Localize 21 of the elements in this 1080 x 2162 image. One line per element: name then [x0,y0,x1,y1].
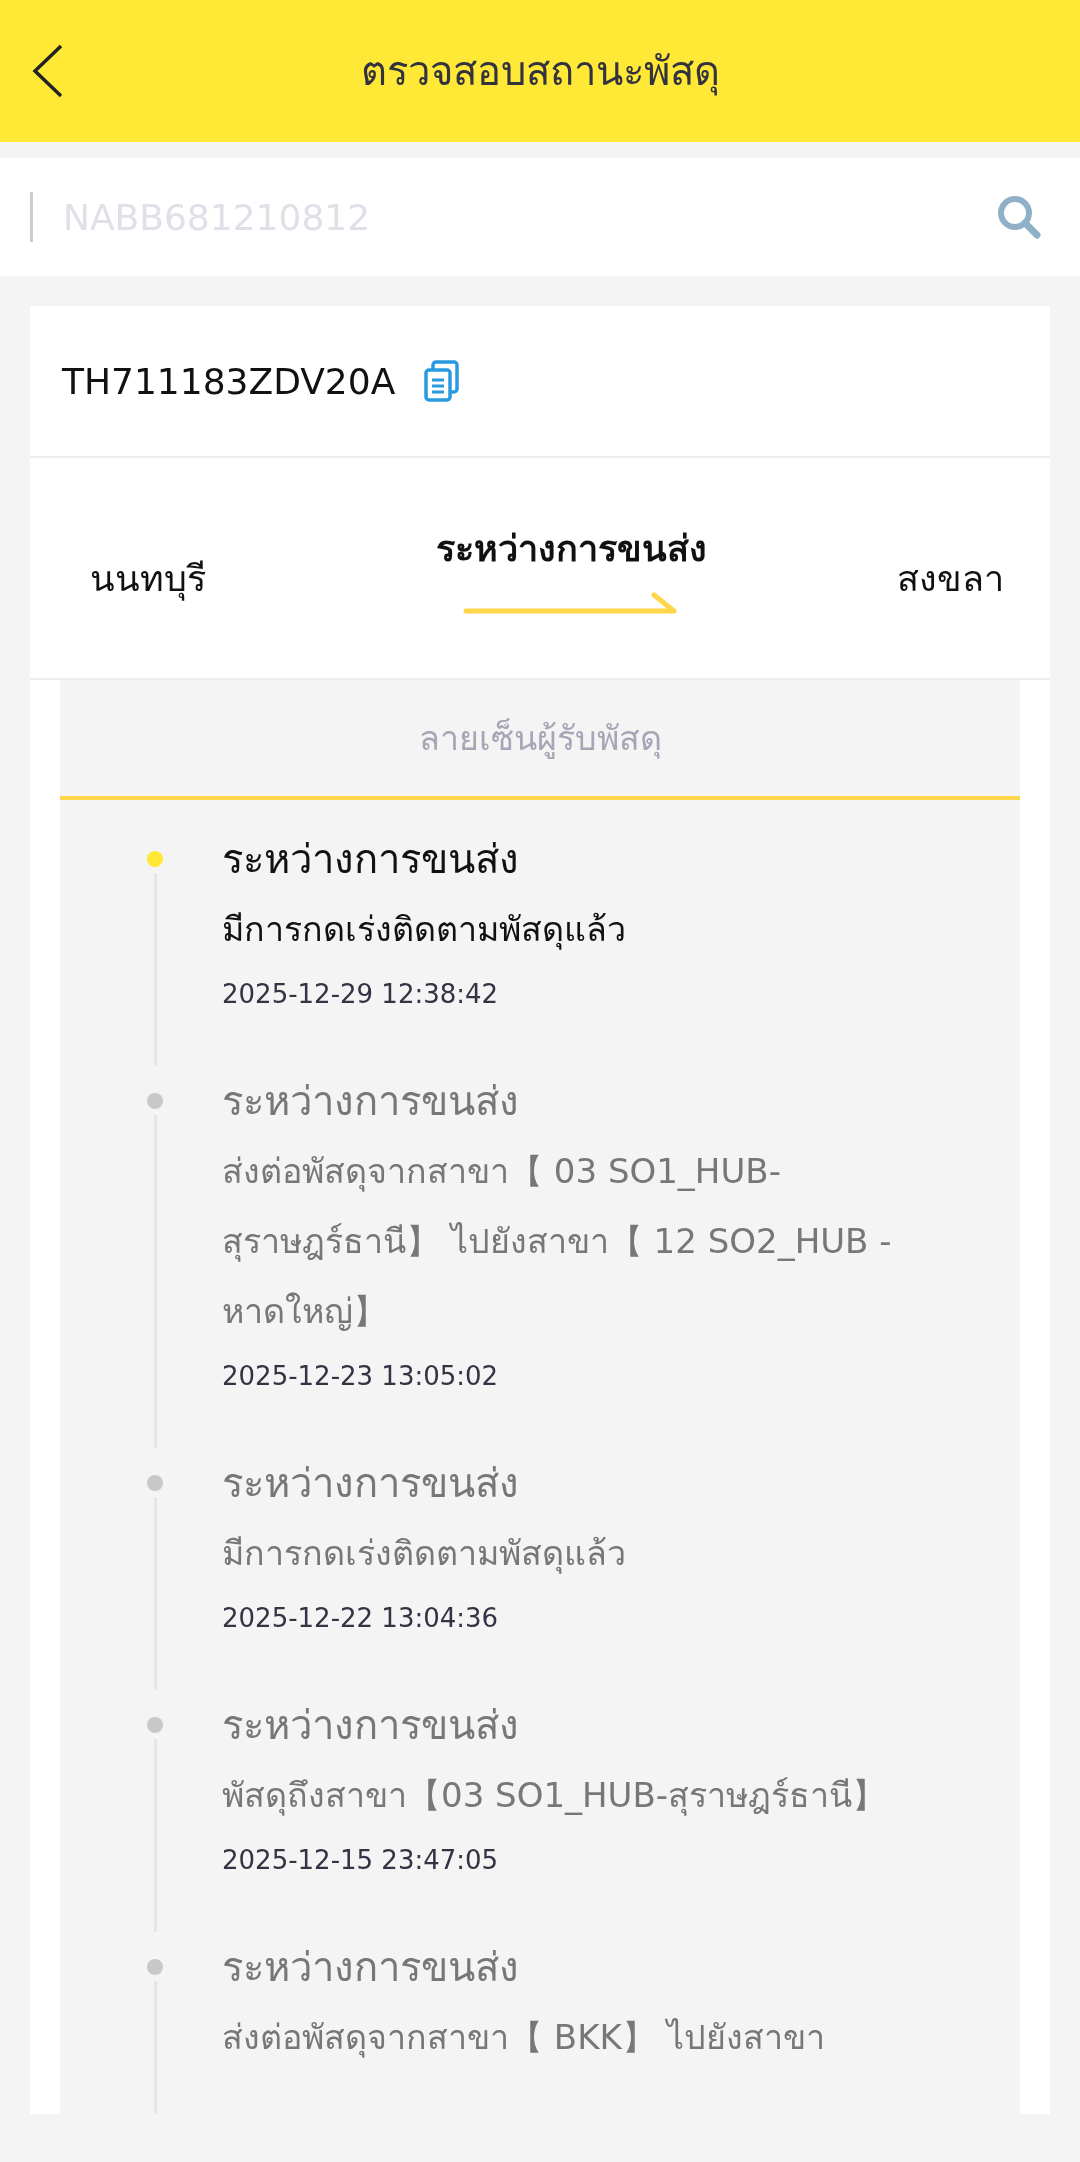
event-detail: ส่งต่อพัสดุจากสาขา【 BKK】 ไปยังสาขา [222,2016,826,2060]
tracking-number: TH711183ZDV20A [62,360,396,402]
signature-tab[interactable]: ลายเซ็นผู้รับพัสดุ [60,680,1020,800]
event-time: 2025-12-29 12:38:42 [222,978,500,1011]
event-status: ระหว่างการขนส่ง [222,1943,520,1992]
origin-city: นนทบุรี [90,556,206,603]
event-detail: ส่งต่อพัสดุจากสาขา【 03 SO1_HUB-สุราษฎร์ธานี】 ไปยังสาขา【 12 SO2_HUB - หาดใหญ่】 [222,1150,893,1333]
page-title: ตรวจสอบสถานะพัสดุ [360,47,720,98]
event-time: 2025-12-23 13:05:02 [222,1360,500,1393]
event-status: ระหว่างการขนส่ง [222,835,520,884]
event-detail: พัสดุถึงสาขา【03 SO1_HUB-สุราษฎร์ธานี】 [222,1774,888,1818]
destination-city: สงขลา [897,556,1004,601]
copy-icon[interactable] [423,360,462,402]
route-status: ระหว่างการขนส่ง [436,526,707,571]
event-time: 2025-12-22 13:04:36 [222,1602,500,1635]
event-time: 2025-12-15 23:47:05 [222,1844,500,1877]
event-detail: มีการกดเร่งติดตามพัสดุแล้ว [222,908,627,952]
event-status: ระหว่างการขนส่ง [222,1459,520,1508]
event-status: ระหว่างการขนส่ง [222,1701,520,1750]
event-status: ระหว่างการขนส่ง [222,1077,520,1126]
event-detail: มีการกดเร่งติดตามพัสดุแล้ว [222,1532,627,1576]
